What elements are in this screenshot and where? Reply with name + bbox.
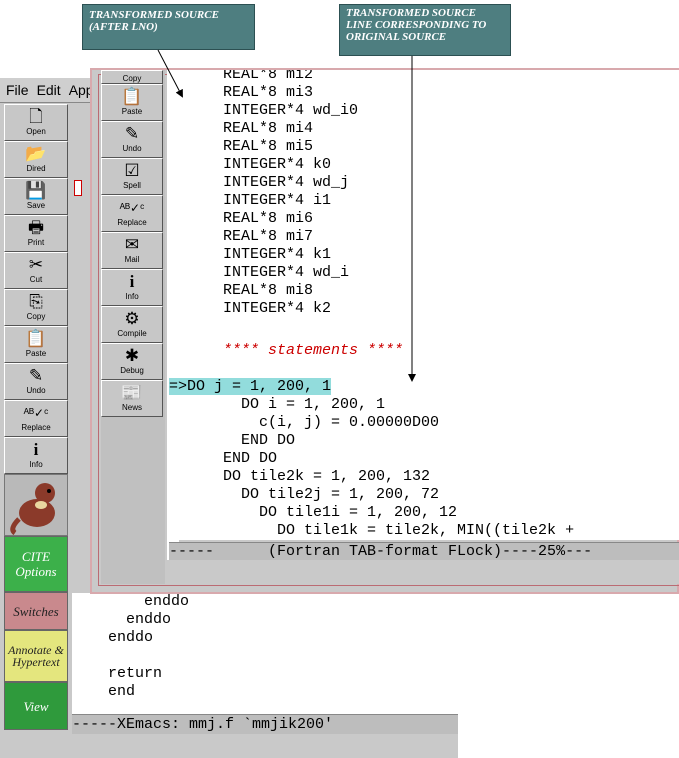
copy-button[interactable]: Copy [101,70,163,84]
clipboard-icon: 📋 [25,329,47,348]
highlighted-line: =>DO j = 1, 200, 1 [169,378,332,396]
replace-button[interactable]: ᴬᴮ✓ᶜ Replace [4,400,68,437]
back-minibuffer[interactable] [72,734,458,758]
code-line: return [72,665,163,682]
mail-icon: ✉ [124,235,140,254]
replace-icon: ᴬᴮ✓ᶜ [23,406,49,420]
code-line: INTEGER*4 k0 [169,156,332,173]
compile-button[interactable]: ⚙ Compile [101,306,163,343]
cut-button[interactable]: ✂ Cut [4,252,68,289]
code-line: REAL*8 mi7 [169,228,314,245]
code-line: REAL*8 mi6 [169,210,314,227]
replace-button[interactable]: ᴬᴮ✓ᶜ Replace [101,195,163,232]
news-button[interactable]: 📰 News [101,380,163,417]
front-editor-buffer[interactable]: REAL*8 mi2 REAL*8 mi3 INTEGER*4 wd_i0 RE… [169,70,679,540]
code-line: enddo [72,593,190,610]
cite-options-button[interactable]: CITE Options [4,536,68,592]
spell-button[interactable]: ☑ Spell [101,158,163,195]
mail-button[interactable]: ✉ Mail [101,232,163,269]
open-button[interactable]: 🗋 Open [4,104,68,141]
copy-button[interactable]: ⎘ Copy [4,289,68,326]
code-line: DO i = 1, 200, 1 [169,396,386,413]
code-line: INTEGER*4 k1 [169,246,332,263]
menu-edit[interactable]: Edit [37,82,61,98]
front-modeline: ----- (Fortran TAB-format FLock)----25%-… [169,542,679,561]
info-icon: i [129,272,135,291]
info-button[interactable]: i Info [101,269,163,306]
print-button[interactable]: 🖶 Print [4,215,68,252]
callout-corresponding-line: TRANSFORMED SOURCE LINE CORRESPONDING TO… [339,4,511,56]
view-button[interactable]: View [4,682,68,730]
switches-button[interactable]: Switches [4,592,68,630]
back-toolbar: 🗋 Open 📂 Dired 💾 Save 🖶 Print ✂ Cut ⎘ Copy 📋 Pa… [2,104,70,730]
current-line-highlight: =>DO j = 1, 200, 1 [169,378,332,395]
compile-gears-icon: ⚙ [124,309,140,328]
code-line: INTEGER*4 wd_i [169,264,350,281]
undo-button[interactable]: ✎ Undo [4,363,68,400]
code-line: REAL*8 mi4 [169,120,314,137]
front-xemacs-window: Copy 📋 Paste ✎ Undo ☑ Spell ᴬᴮ✓ᶜ Replace ✉ Ma… [90,68,679,594]
code-line: REAL*8 mi8 [169,282,314,299]
code-line: END DO [169,432,296,449]
otter-logo [4,474,68,536]
bookmark-marker [74,180,82,196]
code-line: c(i, j) = 0.00000D00 [169,414,440,431]
front-minibuffer[interactable] [169,560,679,584]
copy-icon: ⎘ [29,292,43,311]
code-line: DO tile1k = tile2k, MIN((tile2k + [169,522,575,539]
paste-button[interactable]: 📋 Paste [4,326,68,363]
otter-icon [10,483,55,536]
printer-icon: 🖶 [27,218,45,237]
code-line: INTEGER*4 wd_i0 [169,102,359,119]
info-icon: i [33,440,39,459]
paste-button[interactable]: 📋 Paste [101,84,163,121]
folder-icon: 📂 [25,144,47,163]
back-editor-buffer[interactable]: enddo enddo enddo return end [72,593,458,729]
code-line: REAL*8 mi5 [169,138,314,155]
info-button[interactable]: i Info [4,437,68,474]
bug-icon: ✱ [124,346,140,365]
code-line: DO tile2k = 1, 200, 132 [169,468,431,485]
code-line: DO tile2j = 1, 200, 72 [169,486,440,503]
menu-file[interactable]: File [6,82,29,98]
code-line: REAL*8 mi2 [169,70,314,83]
annotate-hypertext-button[interactable]: Annotate & Hypertext [4,630,68,682]
back-menubar: File Edit App [0,78,100,103]
statements-comment: **** statements **** [169,342,404,359]
save-button[interactable]: 💾 Save [4,178,68,215]
code-line: INTEGER*4 wd_j [169,174,350,191]
code-line: INTEGER*4 k2 [169,300,332,317]
code-line: REAL*8 mi3 [169,84,314,101]
code-line: INTEGER*4 i1 [169,192,332,209]
scissors-icon: ✂ [28,255,44,274]
newspaper-icon: 📰 [121,383,143,402]
eraser-icon: ✎ [124,124,140,143]
code-line: end [72,683,136,700]
code-line: enddo [72,611,172,628]
floppy-disk-icon: 💾 [25,181,47,200]
dired-button[interactable]: 📂 Dired [4,141,68,178]
code-line: DO tile1i = 1, 200, 12 [169,504,458,521]
back-modeline: -----XEmacs: mmj.f `mmjik200' [72,714,458,735]
debug-button[interactable]: ✱ Debug [101,343,163,380]
undo-button[interactable]: ✎ Undo [101,121,163,158]
callout-transformed-source: TRANSFORMED SOURCE (AFTER LNO) [82,4,255,50]
clipboard-icon: 📋 [121,87,143,106]
front-toolbar: Copy 📋 Paste ✎ Undo ☑ Spell ᴬᴮ✓ᶜ Replace ✉ Ma… [101,70,165,584]
eraser-icon: ✎ [28,366,44,385]
replace-icon: ᴬᴮ✓ᶜ [119,201,145,215]
code-line: END DO [169,450,278,467]
open-file-icon: 🗋 [29,107,43,126]
code-line: enddo [72,629,154,646]
spell-check-icon: ☑ [124,161,140,180]
